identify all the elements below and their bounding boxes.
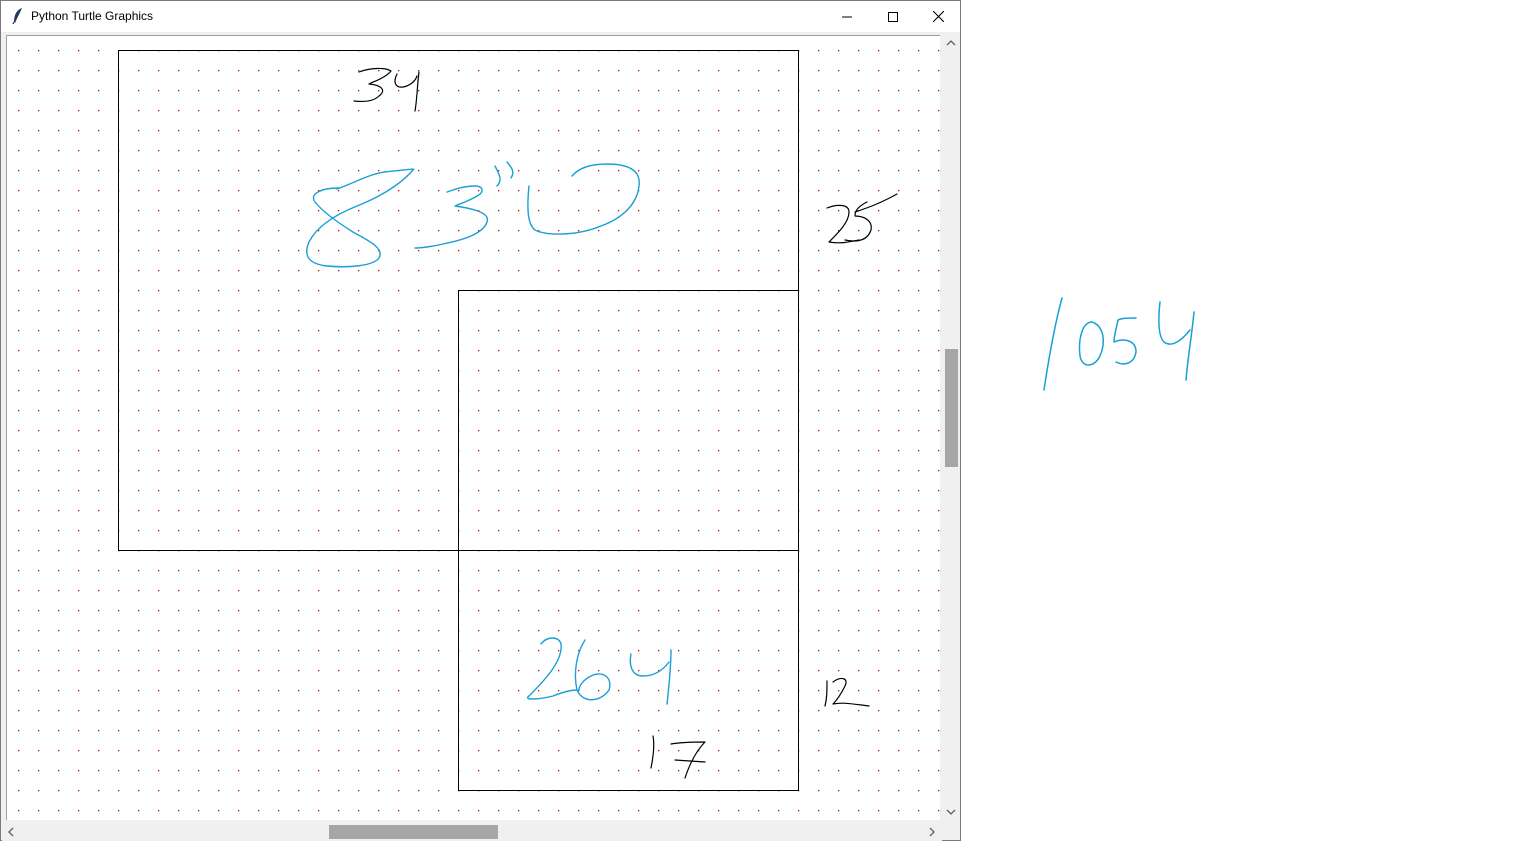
handwritten-1054: [1043, 297, 1195, 391]
